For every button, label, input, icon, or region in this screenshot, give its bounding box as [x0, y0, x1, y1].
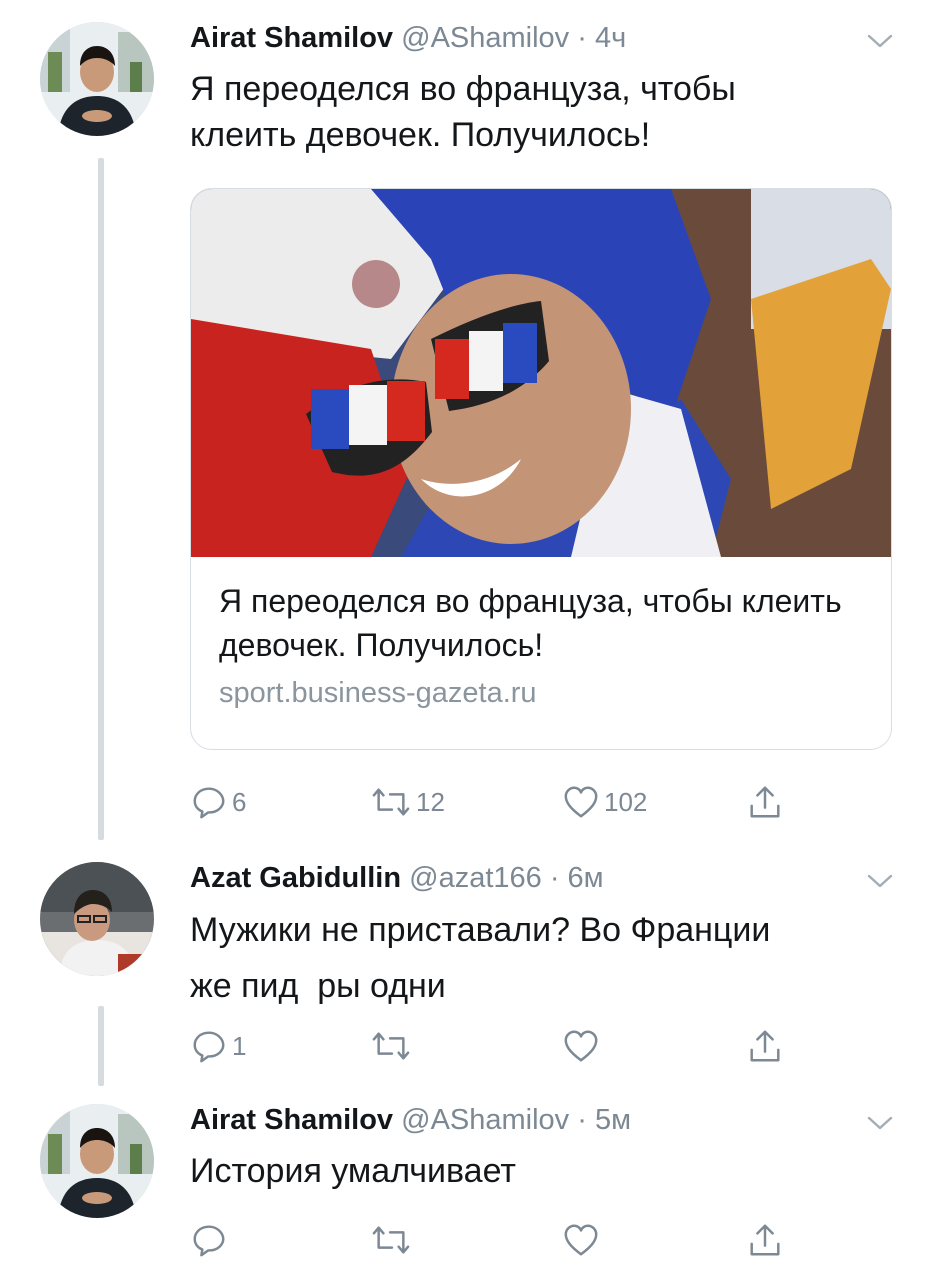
like-icon: [562, 1027, 600, 1065]
card-url[interactable]: sport.business-gazeta.ru: [219, 677, 537, 710]
tweet-3[interactable]: Airat Shamilov @AShamilov · 5м История у…: [0, 1090, 932, 1280]
reply-button[interactable]: 6: [190, 782, 246, 822]
author-name[interactable]: Airat Shamilov: [190, 1104, 393, 1136]
reply-count: 1: [232, 1030, 247, 1061]
tweet-actions: 6 12 102: [190, 782, 910, 822]
avatar[interactable]: [40, 1104, 154, 1218]
author-name[interactable]: Airat Shamilov: [190, 22, 393, 54]
timestamp[interactable]: · 4ч: [577, 22, 626, 54]
retweet-icon: [370, 1221, 412, 1259]
like-icon: [562, 1221, 600, 1259]
tweet-header: Azat Gabidullin @azat166 · 6м: [190, 862, 604, 895]
reply-icon: [190, 1027, 228, 1065]
share-icon: [746, 1027, 784, 1065]
share-icon: [746, 1221, 784, 1259]
tweet-header: Airat Shamilov @AShamilov · 4ч: [190, 22, 626, 55]
share-button[interactable]: [746, 1220, 784, 1260]
tweet-text: Я переоделся во француза, чтобы клеить д…: [190, 70, 736, 154]
like-button[interactable]: [562, 1026, 604, 1066]
tweet-1[interactable]: Airat Shamilov @AShamilov · 4ч Я переоде…: [0, 0, 932, 850]
thread-line: [98, 158, 104, 840]
share-button[interactable]: [746, 1026, 784, 1066]
author-handle[interactable]: @AShamilov: [401, 22, 569, 54]
tweet-text: История умалчивает: [190, 1152, 516, 1190]
retweet-count: 12: [416, 786, 445, 817]
like-button[interactable]: 102: [562, 782, 647, 822]
share-icon: [746, 783, 784, 821]
tweet-header: Airat Shamilov @AShamilov · 5м: [190, 1104, 631, 1137]
author-handle[interactable]: @azat166: [409, 862, 542, 894]
share-button[interactable]: [746, 782, 784, 822]
reply-count: 6: [232, 786, 247, 817]
card-title: Я переоделся во француза, чтобы клеить д…: [219, 583, 842, 663]
tweet-text-line: Мужики не приставали? Во Франции: [190, 911, 771, 949]
retweet-icon: [370, 783, 412, 821]
tweet-actions: 1: [190, 1026, 910, 1066]
card-image: [191, 189, 891, 557]
thread-line: [98, 1006, 104, 1086]
timestamp[interactable]: · 5м: [577, 1104, 631, 1136]
author-name[interactable]: Azat Gabidullin: [190, 862, 401, 894]
tweet-text-line: же пид ры одни: [190, 967, 446, 1005]
like-button[interactable]: [562, 1220, 600, 1260]
author-handle[interactable]: @AShamilov: [401, 1104, 569, 1136]
link-card[interactable]: Я переоделся во француза, чтобы клеить д…: [190, 188, 892, 750]
retweet-button[interactable]: [370, 1026, 416, 1066]
avatar[interactable]: [40, 22, 154, 136]
avatar[interactable]: [40, 862, 154, 976]
retweet-icon: [370, 1027, 412, 1065]
tweet-actions: [190, 1220, 910, 1260]
retweet-button[interactable]: [370, 1220, 412, 1260]
reply-button[interactable]: [190, 1220, 228, 1260]
retweet-button[interactable]: 12: [370, 782, 445, 822]
reply-icon: [190, 783, 228, 821]
like-icon: [562, 783, 600, 821]
chevron-down-icon[interactable]: [866, 1114, 894, 1132]
tweet-text: Мужики не приставали? Во Франции же пид …: [190, 902, 880, 1014]
chevron-down-icon[interactable]: [866, 32, 894, 50]
tweet-2[interactable]: Azat Gabidullin @azat166 · 6м Мужики не …: [0, 850, 932, 1090]
chevron-down-icon[interactable]: [866, 872, 894, 890]
timestamp[interactable]: · 6м: [550, 862, 604, 894]
reply-button[interactable]: 1: [190, 1026, 246, 1066]
like-count: 102: [604, 786, 648, 817]
reply-icon: [190, 1221, 228, 1259]
